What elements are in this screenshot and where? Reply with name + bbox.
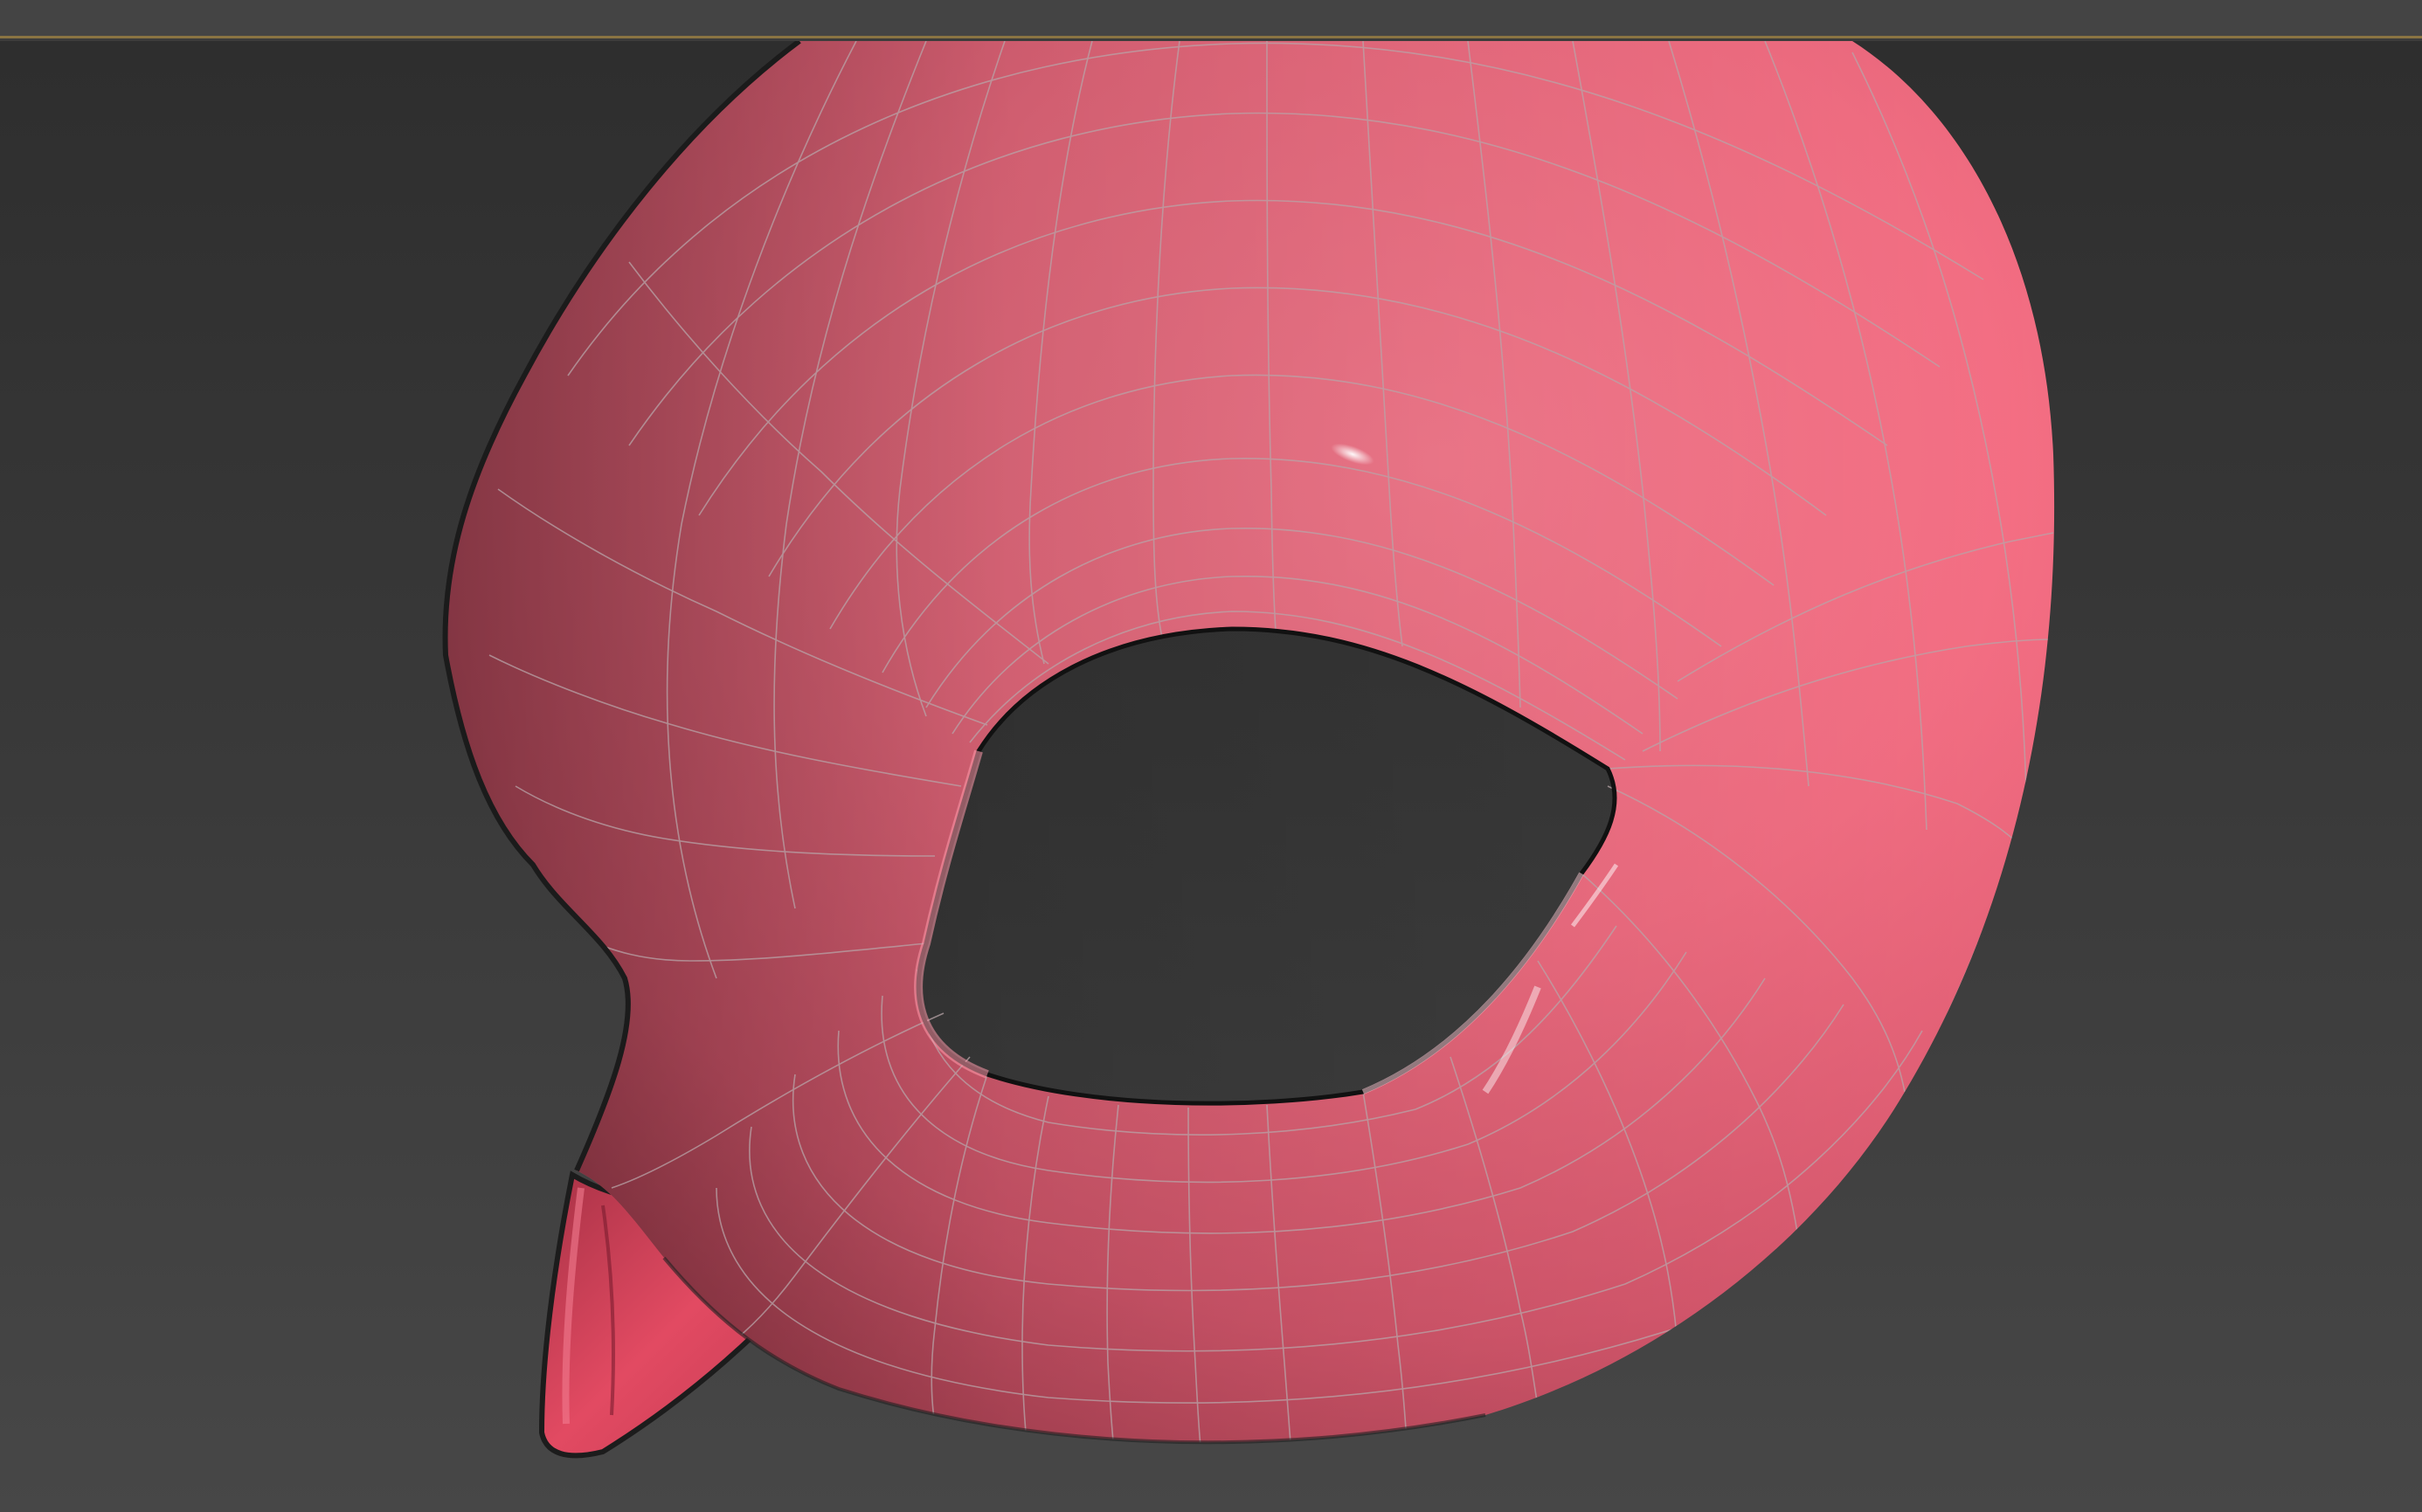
3d-modeling-app (0, 0, 2422, 1512)
viewport-canvas (442, 41, 2055, 1459)
perspective-viewport[interactable] (0, 41, 2422, 1512)
mask-mesh[interactable] (442, 41, 2055, 1454)
top-toolbar (0, 0, 2422, 38)
